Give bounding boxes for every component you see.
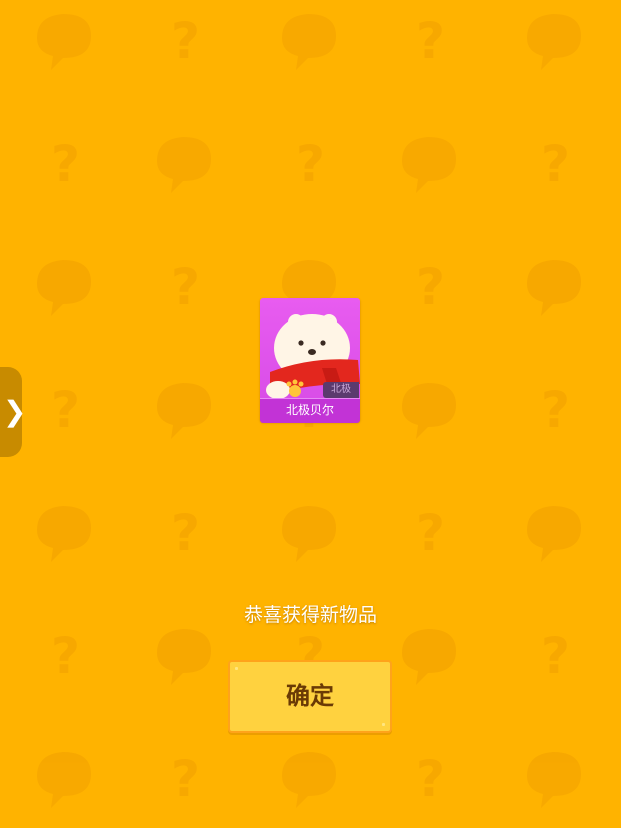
bg-question-mark: ? xyxy=(171,12,200,70)
bg-question-mark: ? xyxy=(171,750,200,808)
confirm-button[interactable]: 确定 xyxy=(228,660,392,733)
bg-question-mark: ? xyxy=(51,381,80,439)
bg-question-mark: ? xyxy=(541,627,570,685)
bg-question-mark: ? xyxy=(296,135,325,193)
item-badge: 北极 xyxy=(323,382,359,398)
bg-question-mark: ? xyxy=(541,135,570,193)
bg-bubble-shape xyxy=(37,14,91,70)
bg-question-mark: ? xyxy=(51,627,80,685)
bg-question-mark: ? xyxy=(171,504,200,562)
bg-bubble-shape xyxy=(527,14,581,70)
bg-question-mark: ? xyxy=(171,258,200,316)
bg-question-mark: ? xyxy=(416,258,445,316)
bg-bubble-shape xyxy=(402,629,456,685)
bg-bubble-shape xyxy=(527,752,581,808)
confirm-button-label: 确定 xyxy=(286,682,334,710)
chevron-right-icon: ❯ xyxy=(3,395,27,428)
bg-bubble-shape xyxy=(157,137,211,193)
bg-question-mark: ? xyxy=(416,750,445,808)
bg-bubble-shape xyxy=(37,260,91,316)
bg-question-mark: ? xyxy=(51,135,80,193)
bg-bubble-shape xyxy=(402,137,456,193)
bg-bubble-shape xyxy=(282,752,336,808)
bg-bubble-shape xyxy=(37,506,91,562)
bg-bubble-shape xyxy=(157,629,211,685)
bg-bubble-shape xyxy=(37,752,91,808)
button-corner-decoration xyxy=(382,723,385,726)
bg-question-mark: ? xyxy=(541,381,570,439)
item-name: 北极贝尔 xyxy=(260,398,360,423)
reward-message: 恭喜获得新物品 xyxy=(243,604,377,626)
bg-bubble-shape xyxy=(282,14,336,70)
bg-bubble-shape xyxy=(157,383,211,439)
bg-bubble-shape xyxy=(282,506,336,562)
bg-question-mark: ? xyxy=(416,504,445,562)
bg-bubble-shape xyxy=(527,260,581,316)
bg-question-mark: ? xyxy=(416,12,445,70)
side-expand-tab[interactable]: ❯ xyxy=(0,367,26,457)
bg-bubble-shape xyxy=(527,506,581,562)
button-corner-decoration xyxy=(235,667,238,670)
bg-bubble-shape xyxy=(402,383,456,439)
